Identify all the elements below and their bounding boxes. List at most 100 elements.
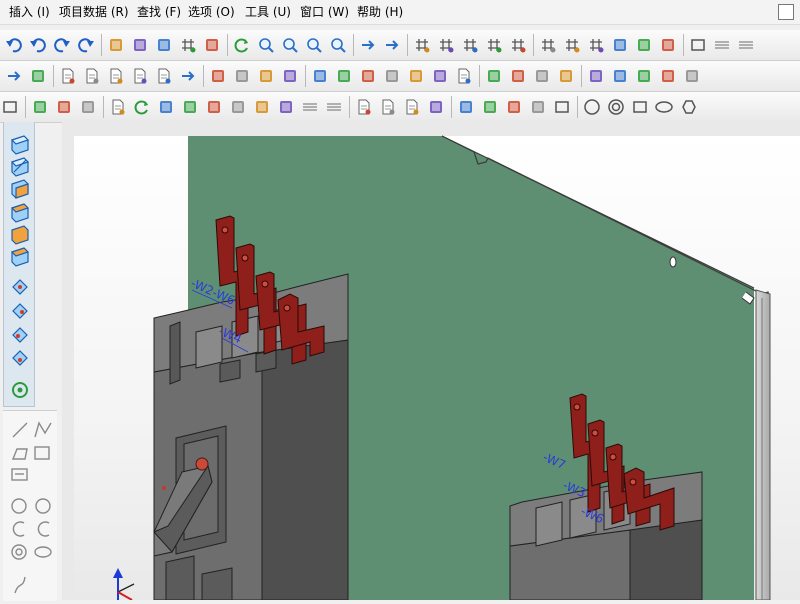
page-icon[interactable] [354, 97, 374, 117]
tree-icon[interactable] [358, 66, 378, 86]
stack-icon[interactable] [280, 66, 300, 86]
db-icon[interactable] [430, 66, 450, 86]
circle-3pt-tool-icon[interactable] [35, 498, 51, 514]
checklist-icon[interactable] [154, 35, 174, 55]
circuit-breaker-1[interactable] [153, 273, 349, 600]
redo-step-icon[interactable] [76, 35, 96, 55]
rectangle-icon[interactable] [688, 35, 708, 55]
arc-tool-icon[interactable] [12, 521, 25, 537]
menu-help[interactable]: 帮助 (H) [357, 5, 403, 19]
hatch-icon[interactable] [300, 97, 320, 117]
distance-icon[interactable] [276, 97, 296, 117]
view-box-right-icon[interactable] [11, 179, 29, 199]
ellipse-tool-icon[interactable] [34, 546, 52, 558]
polyline-tool-icon[interactable] [34, 421, 52, 438]
zoom-out-icon[interactable] [304, 35, 324, 55]
menu-options[interactable]: 选项 (O) [188, 5, 235, 19]
bend-icon[interactable] [204, 97, 224, 117]
circle-tool-icon[interactable] [11, 498, 27, 514]
iso-view-2-icon[interactable] [12, 303, 28, 319]
window-icon[interactable] [202, 35, 222, 55]
iso-view-4-icon[interactable] [12, 350, 28, 366]
flow-icon[interactable] [334, 66, 354, 86]
component-icon[interactable] [310, 66, 330, 86]
bend-x-icon[interactable] [252, 97, 272, 117]
magnet-icon[interactable] [610, 35, 630, 55]
counter-icon[interactable] [658, 35, 678, 55]
lines-icon[interactable] [712, 35, 732, 55]
grid-table-icon[interactable] [178, 35, 198, 55]
grid-e-icon[interactable] [508, 35, 528, 55]
3d-viewport[interactable]: -W2-W6 -W4 -W7 -W3 -W6 [62, 122, 800, 600]
rotate-icon[interactable] [132, 97, 152, 117]
device-icon[interactable] [78, 97, 98, 117]
iso-view-1-icon[interactable] [12, 279, 28, 295]
zoom-100-icon[interactable] [328, 35, 348, 55]
sparkle-icon[interactable] [156, 97, 176, 117]
view-box-top-icon[interactable] [10, 203, 30, 223]
doc-lines-icon[interactable] [454, 66, 474, 86]
text-box-tool-icon[interactable] [11, 468, 28, 481]
cursor-x-icon[interactable] [28, 66, 48, 86]
cube-icon[interactable] [54, 97, 74, 117]
circle-icon[interactable] [582, 97, 602, 117]
grid-d-icon[interactable] [484, 35, 504, 55]
view-box-back-icon[interactable] [10, 247, 30, 267]
undo-icon[interactable] [4, 35, 24, 55]
clipboard-icon[interactable] [108, 97, 128, 117]
line-tool-icon[interactable] [12, 422, 28, 438]
ruler-icon[interactable] [586, 66, 606, 86]
layers-icon[interactable] [256, 66, 276, 86]
tool-icon[interactable] [634, 66, 654, 86]
refresh-icon[interactable] [232, 35, 252, 55]
cursor-alt-icon[interactable] [682, 66, 702, 86]
view-box-bottom-icon[interactable] [11, 225, 29, 245]
forward-arrow-icon[interactable] [382, 35, 402, 55]
grid-c-icon[interactable] [460, 35, 480, 55]
view-layout-icon[interactable] [106, 35, 126, 55]
window-restore-button[interactable] [778, 4, 794, 20]
arc-alt-tool-icon[interactable] [37, 521, 50, 537]
table-icon[interactable] [232, 66, 252, 86]
rotate-view-icon[interactable] [12, 382, 28, 398]
spiral-tool-icon[interactable] [11, 544, 27, 560]
snap-point-icon[interactable] [586, 35, 606, 55]
filter-icon[interactable] [30, 97, 50, 117]
square-icon[interactable] [630, 97, 650, 117]
axis-icon[interactable] [426, 97, 446, 117]
hatch-alt-icon[interactable] [324, 97, 344, 117]
polygon-tool-icon[interactable] [11, 448, 28, 460]
circle-ring-icon[interactable] [606, 97, 626, 117]
redo-icon[interactable] [52, 35, 72, 55]
menu-window[interactable]: 窗口 (W) [300, 5, 349, 19]
sym-c-icon[interactable] [528, 97, 548, 117]
dots-icon[interactable] [556, 66, 576, 86]
view-box-front-icon[interactable] [10, 135, 30, 155]
ellipse-icon[interactable] [654, 97, 674, 117]
doc-swap-icon[interactable] [154, 66, 174, 86]
wave-icon[interactable] [484, 66, 504, 86]
box-3d-icon[interactable] [0, 97, 20, 117]
node-network-icon[interactable] [634, 35, 654, 55]
diode-icon[interactable] [508, 66, 528, 86]
page-alt-icon[interactable] [378, 97, 398, 117]
arrow-right-icon[interactable] [4, 66, 24, 86]
hexagon-icon[interactable] [678, 97, 698, 117]
pin-orange-icon[interactable] [180, 97, 200, 117]
undo-step-icon[interactable] [28, 35, 48, 55]
menu-find[interactable]: 查找 (F) [137, 5, 181, 19]
gears-icon[interactable] [208, 66, 228, 86]
menu-insert[interactable]: 插入 (I) [9, 5, 50, 19]
back-arrow-icon[interactable] [358, 35, 378, 55]
snap-grid-icon[interactable] [562, 35, 582, 55]
tree-alt-icon[interactable] [382, 66, 402, 86]
page-dark-icon[interactable] [402, 97, 422, 117]
sym-b-icon[interactable] [504, 97, 524, 117]
rect-tool-icon[interactable] [34, 446, 50, 460]
view-box-left-icon[interactable] [10, 157, 30, 177]
zoom-window-icon[interactable] [256, 35, 276, 55]
grid-icon[interactable] [538, 35, 558, 55]
diamond-icon[interactable] [456, 97, 476, 117]
grid-b-icon[interactable] [436, 35, 456, 55]
bend-alt-icon[interactable] [228, 97, 248, 117]
